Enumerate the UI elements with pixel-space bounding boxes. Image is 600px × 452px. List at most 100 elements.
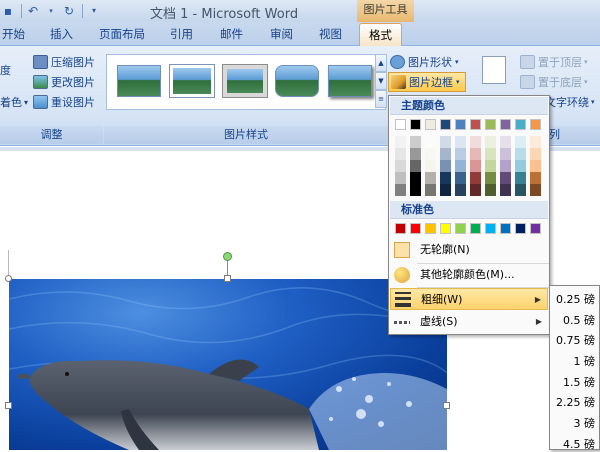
theme-color-shade-swatch[interactable] xyxy=(530,136,541,148)
weight-option[interactable]: 2.25 磅 xyxy=(556,394,595,410)
theme-color-shade-swatch[interactable] xyxy=(425,136,436,148)
position-button[interactable] xyxy=(478,56,510,92)
save-icon[interactable]: ▪ xyxy=(0,3,16,19)
standard-color-swatch[interactable] xyxy=(500,223,511,234)
theme-color-shade-swatch[interactable] xyxy=(410,172,421,184)
style-thumbnail[interactable] xyxy=(275,65,319,97)
weight-option[interactable]: 0.5 磅 xyxy=(563,312,595,328)
tab-insert[interactable]: 插入 xyxy=(50,26,73,42)
theme-color-shade-swatch[interactable] xyxy=(455,184,466,196)
theme-color-shade-swatch[interactable] xyxy=(500,160,511,172)
standard-color-swatch[interactable] xyxy=(440,223,451,234)
compress-pictures-button[interactable]: 压缩图片 xyxy=(33,53,95,71)
theme-color-swatch[interactable] xyxy=(440,119,451,130)
theme-color-shade-swatch[interactable] xyxy=(500,172,511,184)
weight-option[interactable]: 0.25 磅 xyxy=(556,291,595,307)
undo-dropdown-icon[interactable]: ▾ xyxy=(43,3,59,19)
standard-color-swatch[interactable] xyxy=(455,223,466,234)
theme-color-swatch[interactable] xyxy=(515,119,526,130)
resize-handle-left[interactable] xyxy=(5,402,12,409)
theme-color-shade-swatch[interactable] xyxy=(515,160,526,172)
standard-color-swatch[interactable] xyxy=(530,223,541,234)
theme-color-shade-swatch[interactable] xyxy=(395,172,406,184)
theme-color-shade-swatch[interactable] xyxy=(425,148,436,160)
no-outline-item[interactable]: 无轮廓(N) xyxy=(390,239,548,261)
tab-format[interactable]: 格式 xyxy=(359,23,402,46)
theme-color-shade-swatch[interactable] xyxy=(530,184,541,196)
theme-color-shade-swatch[interactable] xyxy=(470,172,481,184)
standard-color-swatch[interactable] xyxy=(425,223,436,234)
tab-references[interactable]: 引用 xyxy=(170,26,193,42)
theme-color-swatch[interactable] xyxy=(470,119,481,130)
theme-color-shade-swatch[interactable] xyxy=(515,172,526,184)
theme-color-swatch[interactable] xyxy=(485,119,496,130)
gallery-more-icon[interactable]: ≡ xyxy=(375,90,387,108)
tab-view[interactable]: 视图 xyxy=(319,26,342,42)
weight-option[interactable]: 1 磅 xyxy=(574,353,596,369)
theme-color-shade-swatch[interactable] xyxy=(515,184,526,196)
style-thumbnail[interactable] xyxy=(223,65,267,97)
theme-color-shade-swatch[interactable] xyxy=(410,148,421,160)
theme-color-shade-swatch[interactable] xyxy=(440,136,451,148)
standard-color-swatch[interactable] xyxy=(470,223,481,234)
theme-color-shade-swatch[interactable] xyxy=(470,184,481,196)
theme-color-shade-swatch[interactable] xyxy=(455,136,466,148)
style-thumbnail[interactable] xyxy=(117,65,161,97)
theme-color-shade-swatch[interactable] xyxy=(440,172,451,184)
style-thumbnail[interactable] xyxy=(328,65,372,97)
weight-item[interactable]: 粗细(W) ▶ xyxy=(390,288,548,310)
gallery-up-icon[interactable]: ▲ xyxy=(375,54,387,72)
theme-color-shade-swatch[interactable] xyxy=(500,184,511,196)
standard-color-swatch[interactable] xyxy=(515,223,526,234)
weight-option[interactable]: 3 磅 xyxy=(574,415,596,431)
bring-to-front-button[interactable]: 置于顶层 ▾ xyxy=(520,53,588,71)
theme-color-shade-swatch[interactable] xyxy=(410,160,421,172)
customize-qat-icon[interactable]: ▾ xyxy=(86,3,102,19)
recolor-partial-label[interactable]: 着色 xyxy=(0,93,22,111)
recolor-dropdown-icon[interactable]: ▾ xyxy=(24,93,28,111)
theme-color-shade-swatch[interactable] xyxy=(440,148,451,160)
theme-color-shade-swatch[interactable] xyxy=(500,148,511,160)
theme-color-shade-swatch[interactable] xyxy=(425,172,436,184)
theme-color-shade-swatch[interactable] xyxy=(530,160,541,172)
tab-page-layout[interactable]: 页面布局 xyxy=(99,26,145,42)
theme-color-shade-swatch[interactable] xyxy=(530,148,541,160)
more-outline-colors-item[interactable]: 其他轮廓颜色(M)... xyxy=(390,264,548,286)
rotation-handle[interactable] xyxy=(223,252,232,261)
theme-color-shade-swatch[interactable] xyxy=(395,160,406,172)
theme-color-swatch[interactable] xyxy=(410,119,421,130)
resize-handle-top-left[interactable] xyxy=(5,275,12,282)
theme-color-swatch[interactable] xyxy=(425,119,436,130)
style-thumbnail[interactable] xyxy=(170,65,214,97)
theme-color-shade-swatch[interactable] xyxy=(470,160,481,172)
weight-option[interactable]: 1.5 磅 xyxy=(563,374,595,390)
reset-picture-button[interactable]: 重设图片 xyxy=(33,93,95,111)
standard-color-swatch[interactable] xyxy=(395,223,406,234)
weight-option[interactable]: 0.75 磅 xyxy=(556,332,595,348)
picture-styles-gallery[interactable] xyxy=(106,54,386,110)
theme-color-shade-swatch[interactable] xyxy=(440,160,451,172)
theme-color-shade-swatch[interactable] xyxy=(455,172,466,184)
theme-color-shade-swatch[interactable] xyxy=(455,160,466,172)
redo-icon[interactable]: ↻ xyxy=(61,3,77,19)
theme-color-shade-swatch[interactable] xyxy=(470,136,481,148)
theme-color-shade-swatch[interactable] xyxy=(425,160,436,172)
theme-color-shade-swatch[interactable] xyxy=(395,136,406,148)
tab-review[interactable]: 审阅 xyxy=(270,26,293,42)
theme-color-shade-swatch[interactable] xyxy=(395,184,406,196)
theme-color-shade-swatch[interactable] xyxy=(410,184,421,196)
theme-color-swatch[interactable] xyxy=(530,119,541,130)
resize-handle-top[interactable] xyxy=(224,275,231,282)
resize-handle-right[interactable] xyxy=(443,402,450,409)
theme-color-shade-swatch[interactable] xyxy=(500,136,511,148)
brightness-partial-label[interactable]: 度 xyxy=(0,61,11,79)
send-to-back-button[interactable]: 置于底层 ▾ xyxy=(520,73,588,91)
theme-color-shade-swatch[interactable] xyxy=(470,148,481,160)
picture-border-button[interactable]: 图片边框 ▾ xyxy=(388,72,466,92)
dashes-item[interactable]: 虚线(S) ▶ xyxy=(390,311,548,333)
theme-color-shade-swatch[interactable] xyxy=(485,160,496,172)
theme-color-shade-swatch[interactable] xyxy=(485,184,496,196)
standard-color-swatch[interactable] xyxy=(485,223,496,234)
theme-color-shade-swatch[interactable] xyxy=(515,136,526,148)
theme-color-shade-swatch[interactable] xyxy=(530,172,541,184)
